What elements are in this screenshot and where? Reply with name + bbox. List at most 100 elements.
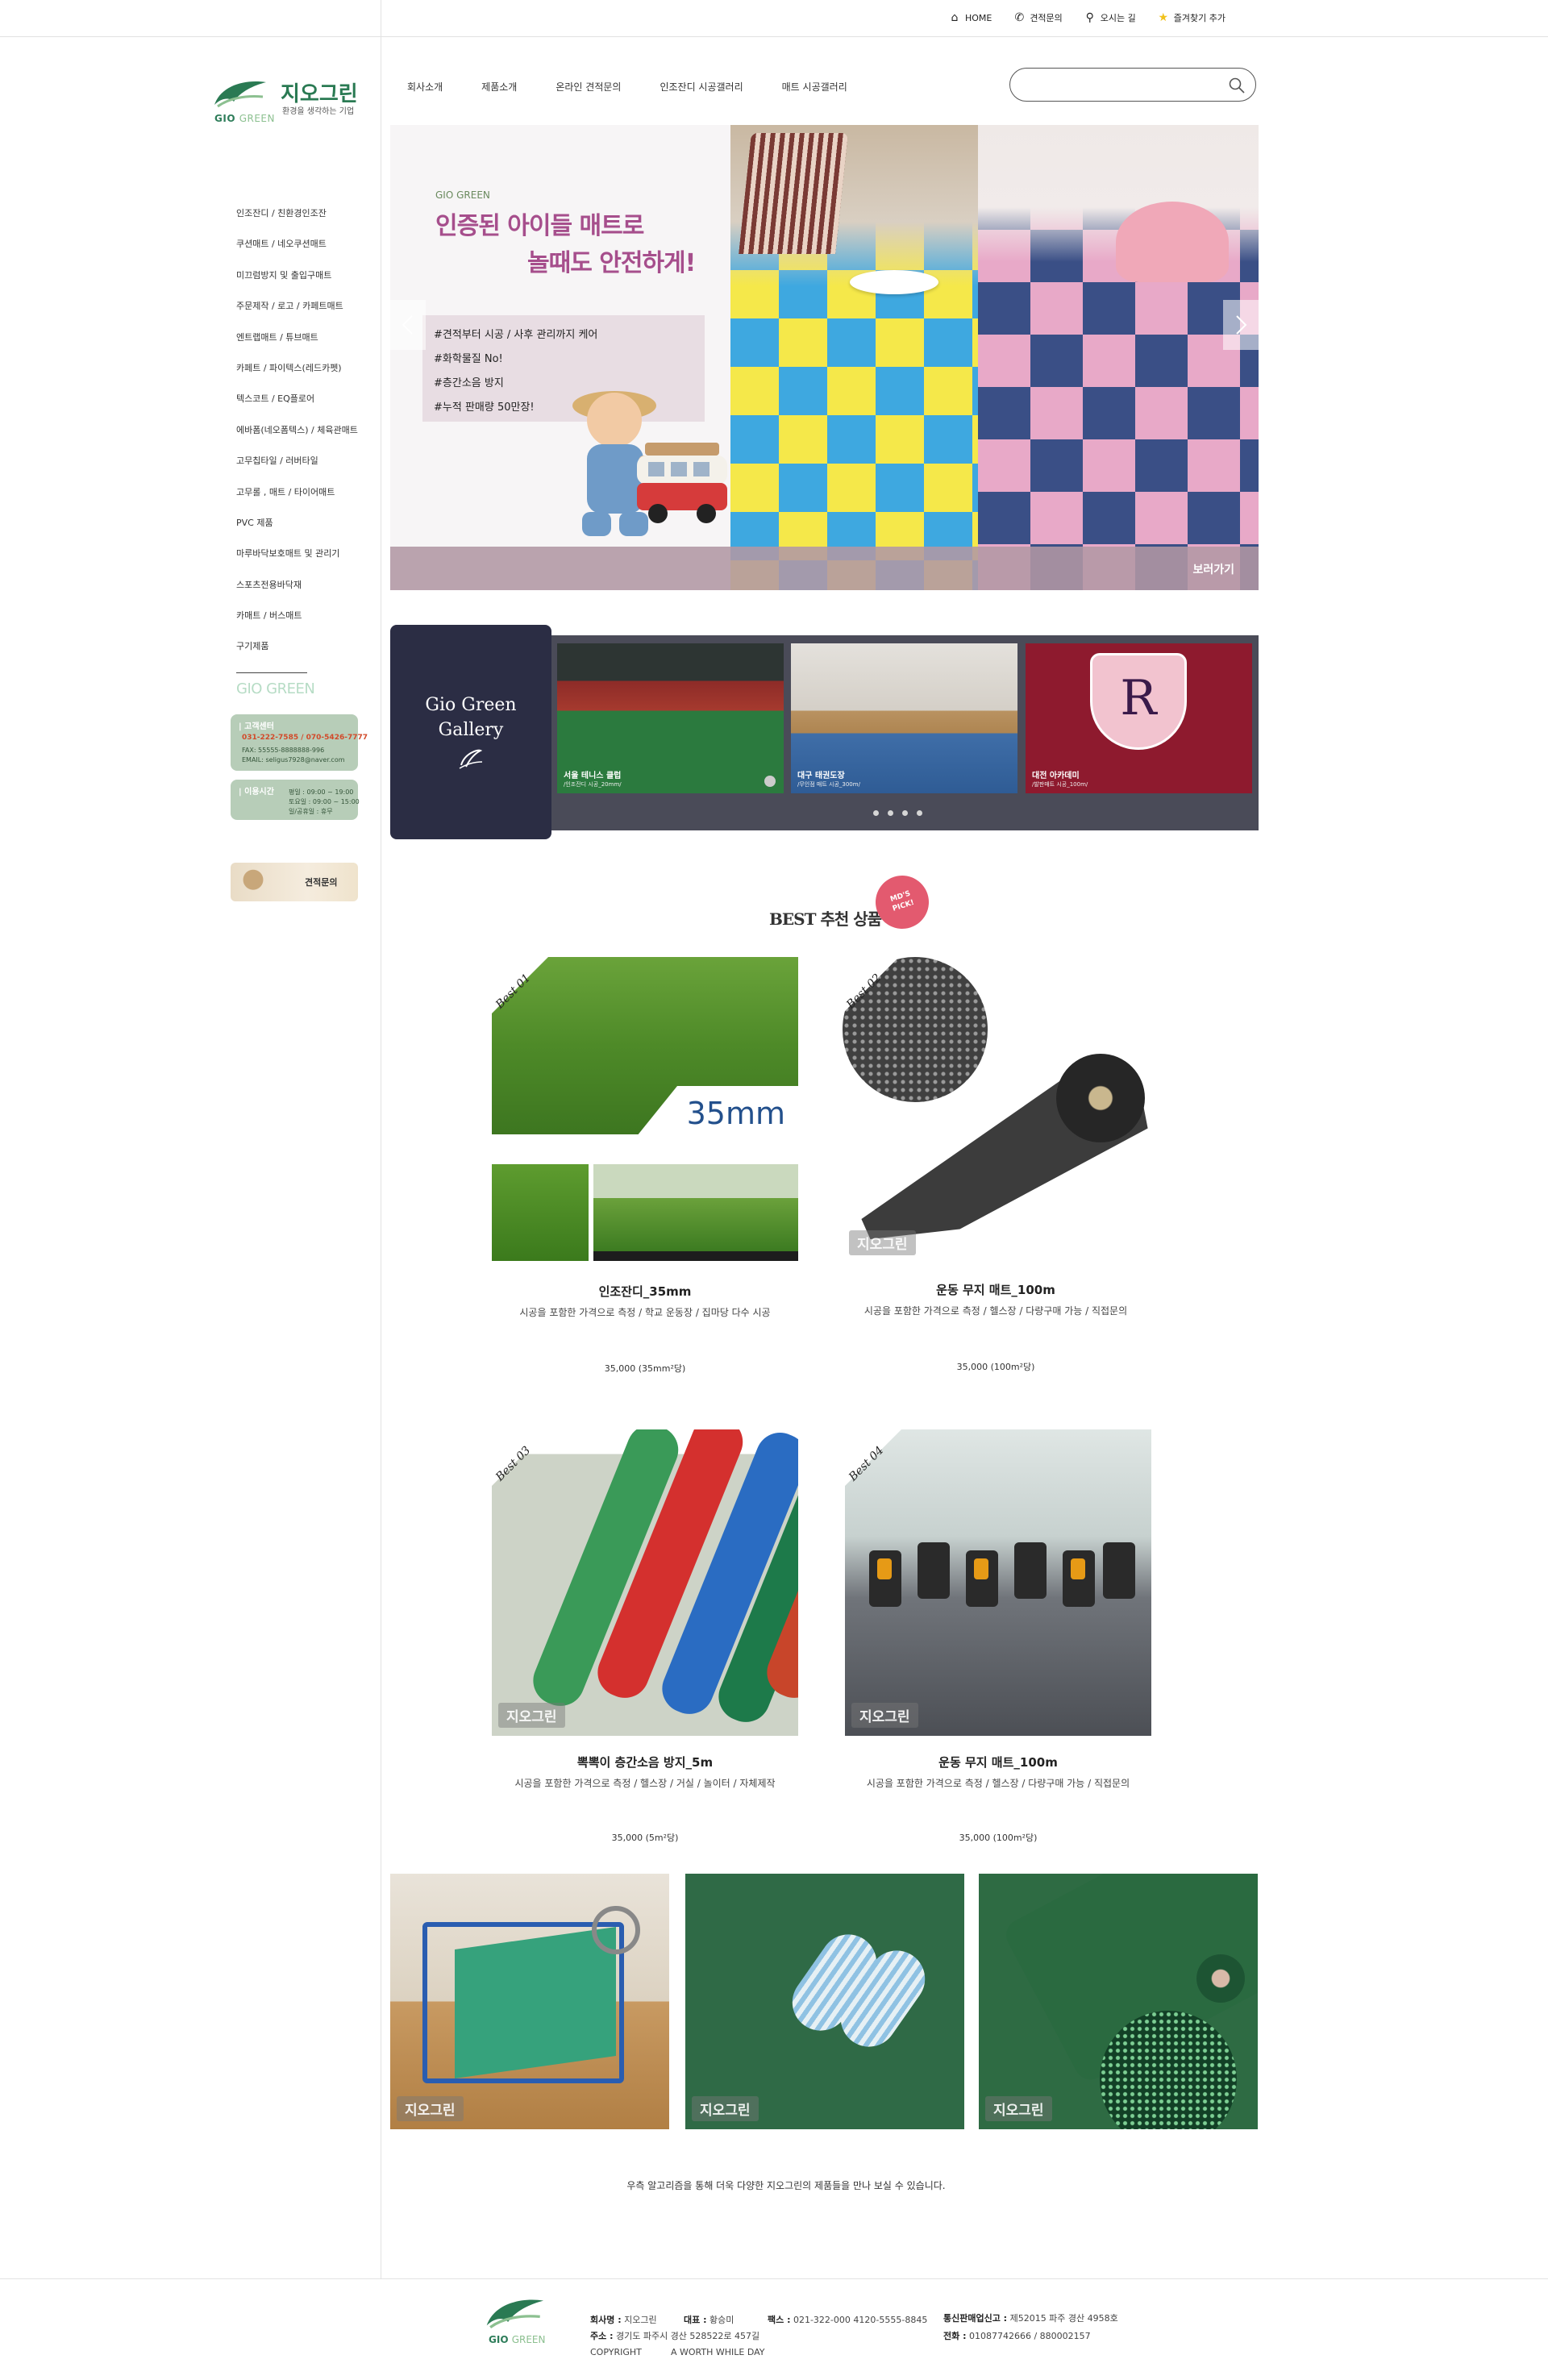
gym-machine [1014,1542,1047,1599]
chevron-right-icon [1236,315,1247,335]
category-item[interactable]: 카매트 / 버스매트 [236,610,358,641]
product-thumbnail[interactable]: 지오그린 [685,1874,964,2129]
site-logo[interactable]: GIO GREEN 지오그린 환경을 생각하는 기업 [213,69,374,130]
footer: GIO GREEN 회사명 : 지오그린 대표 : 황승미 팩스 : 021-3… [0,2278,1548,2380]
gallery-card[interactable]: R 대전 아카데미 /발판매트 시공_100m/ [1026,643,1252,793]
gallery-section: Gio Green Gallery 서울 테니스 클럽 /인조잔디 시공_20m… [390,625,1259,839]
star-icon: ★ [1158,11,1169,24]
nav-item[interactable]: 인조잔디 시공갤러리 [660,80,743,94]
search-icon[interactable] [1228,77,1246,94]
home-label: HOME [964,12,992,23]
hero-headline-2: 놀때도 안전하게! [527,249,696,277]
grass-lawn-photo [593,1164,798,1261]
category-item[interactable]: 카페트 / 파이텍스(레드카펫) [236,363,358,393]
watermark-logo: 지오그린 [985,2096,1052,2121]
gym-machine-accent [974,1558,988,1579]
estimate-link[interactable]: ✆ 견적문의 [1013,11,1062,24]
crest-letter: R [1120,670,1157,726]
product-card[interactable]: 지오그린 Best 03 뽁뽁이 층간소음 방지_5m 시공을 포함한 가격으로… [492,1429,798,1849]
watermark-logo: 지오그린 [498,1703,565,1728]
category-item[interactable]: 에바폼(네오폼텍스) / 체육관매트 [236,425,358,456]
footer-ceo-value: 황승미 [709,2315,734,2325]
bookmark-link[interactable]: ★ 즐겨찾기 추가 [1157,11,1226,24]
hours-weekday: 평일 : 09:00 ~ 19:00 [289,788,354,796]
best-section-title: BEST 추천 상품 [769,909,882,929]
footer-company-label: 회사명 : [590,2315,622,2325]
hours-holiday: 일/공휴일 : 휴무 [289,808,333,815]
category-item[interactable]: 구기제품 [236,641,358,672]
footer-company: 회사명 : 지오그린 [590,2313,657,2326]
product-thumbnail[interactable]: 지오그린 [390,1874,669,2129]
category-item[interactable]: 인조잔디 / 친환경인조잔 [236,208,358,239]
product-card[interactable]: 지오그린 Best 02 운동 무지 매트_100m 시공을 포함한 가격으로 … [843,957,1149,1384]
watermark-logo: 지오그린 [851,1703,918,1728]
estimate-banner-label: 견적문의 [305,877,338,888]
gallery-card-caption: 대전 아카데미 [1032,772,1080,780]
category-item[interactable]: 고무칩타일 / 러버타일 [236,456,358,486]
category-item[interactable]: 미끄럼방지 및 출입구매트 [236,270,358,301]
category-item[interactable]: 스포츠전용바닥재 [236,580,358,610]
slider-next-button[interactable] [1223,300,1259,350]
customer-center-phone: 031-222-7585 / 070-5426-7777 [242,734,368,742]
product-card[interactable]: 35mm Best 01 인조잔디_35mm 시공을 포함한 가격으로 측정 /… [492,957,798,1384]
category-item[interactable]: 마루바닥보호매트 및 관리기 [236,548,358,579]
home-link[interactable]: ⌂ HOME [948,11,992,24]
footer-company-value: 지오그린 [624,2315,657,2325]
category-divider [236,672,307,673]
logo-wordmark: GIO GREEN [214,113,275,124]
footer-tel: 전화 : 01087742666 / 880002157 [943,2329,1091,2342]
category-item[interactable]: PVC 제품 [236,518,358,548]
top-utility-bar: ⌂ HOME ✆ 견적문의 ⚲ 오시는 길 ★ 즐겨찾기 추가 [0,0,1548,37]
map-pin-icon: ⚲ [1085,11,1094,24]
product-card[interactable]: 지오그린 Best 04 운동 무지 매트_100m 시공을 포함한 가격으로 … [845,1429,1151,1849]
hero-side-table [850,270,938,294]
product-description: 시공을 포함한 가격으로 측정 / 헬스장 / 거실 / 놀이터 / 자체제작 [514,1778,776,1789]
footer-reg-label: 통신판매업신고 : [943,2313,1008,2324]
product-image: 지오그린 Best 03 [492,1429,798,1736]
directions-link[interactable]: ⚲ 오시는 길 [1084,11,1136,24]
home-icon: ⌂ [951,11,959,24]
customer-center-box: 고객센터 031-222-7585 / 070-5426-7777 FAX: 5… [231,714,368,771]
footer-registration: 통신판매업신고 : 제52015 파주 경산 4958호 [943,2311,1118,2324]
estimate-banner[interactable]: 견적문의 [231,863,358,901]
gallery-dot[interactable] [873,810,879,816]
gallery-card-sub: /인조잔디 시공_20mm/ [564,781,622,788]
gallery-title-box: Gio Green Gallery [390,625,551,839]
gallery-card-caption: 대구 태권도장 [797,772,845,780]
slider-prev-button[interactable] [390,300,426,350]
nav-item[interactable]: 제품소개 [481,80,517,94]
nav-item[interactable]: 온라인 견적문의 [556,80,621,94]
category-item[interactable]: 엔트랩매트 / 튜브매트 [236,332,358,363]
gallery-dot[interactable] [917,810,922,816]
hero-more-link[interactable]: 보러가기 [1192,561,1234,577]
gym-machine [918,1542,950,1599]
product-price: 35,000 (100m²당) [959,1833,1038,1843]
footer-tel-value: 01087742666 / 880002157 [968,2331,1091,2341]
bottom-note: 우측 알고리즘을 통해 더욱 다양한 지오그린의 제품들을 만나 보실 수 있습… [626,2180,946,2191]
footer-fax: 팩스 : 021-322-000 4120-5555-8845 [768,2313,927,2326]
nav-item[interactable]: 회사소개 [407,80,443,94]
footer-tel-label: 전화 : [943,2331,967,2341]
customer-center-title: 고객센터 [239,719,274,731]
search-box [1009,68,1256,102]
product-thumbnail[interactable]: 지오그린 [979,1874,1258,2129]
customer-center-fax: FAX: 55555-8888888-996 [242,747,325,754]
gallery-card[interactable]: 서울 테니스 클럽 /인조잔디 시공_20mm/ [557,643,784,793]
hero-rocking-horse [1116,202,1229,282]
gallery-card[interactable]: 대구 태권도장 /무인점 매트 시공_300m/ [791,643,1017,793]
utility-links: ⌂ HOME ✆ 견적문의 ⚲ 오시는 길 ★ 즐겨찾기 추가 [948,11,1226,24]
hand-icon [237,868,269,898]
bookmark-label: 즐겨찾기 추가 [1173,13,1226,23]
gallery-title: Gio Green Gallery [390,693,551,743]
category-menu: 인조잔디 / 친환경인조잔 쿠션매트 / 네오쿠션매트 미끄럼방지 및 출입구매트 주… [236,208,358,672]
category-item[interactable]: 쿠션매트 / 네오쿠션매트 [236,239,358,269]
category-item[interactable]: 고무롤 , 매트 / 타이어매트 [236,487,358,518]
category-item[interactable]: 텍스코트 / EQ플로어 [236,393,358,424]
search-input[interactable] [1023,77,1217,94]
product-price: 35,000 (35mm²당) [604,1363,686,1374]
footer-address: 주소 : 경기도 파주시 경산 528522로 457길 [590,2329,759,2342]
category-item[interactable]: 주문제작 / 로고 / 카페트매트 [236,301,358,331]
gallery-dot[interactable] [902,810,908,816]
gallery-dot[interactable] [888,810,893,816]
nav-item[interactable]: 매트 시공갤러리 [782,80,847,94]
